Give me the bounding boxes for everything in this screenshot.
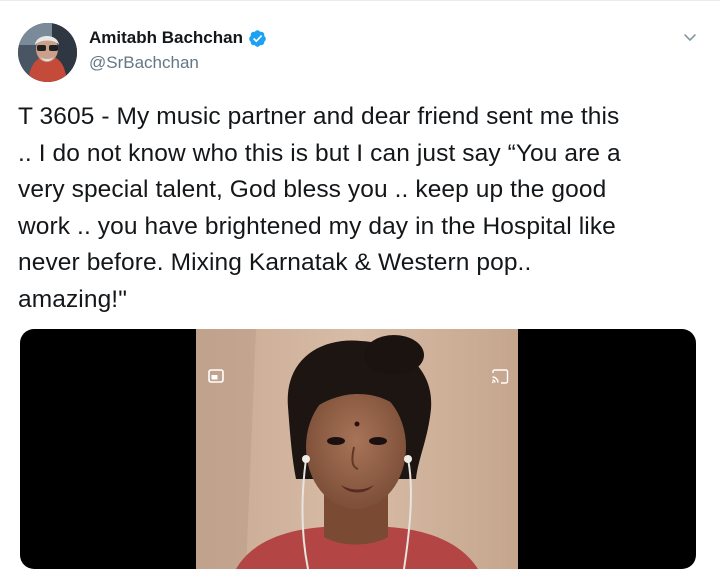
author-handle[interactable]: @SrBachchan — [89, 53, 199, 73]
video-frame — [196, 329, 518, 569]
avatar-image — [18, 23, 77, 82]
video-thumbnail — [196, 329, 518, 569]
tweet-text: T 3605 - My music partner and dear frien… — [18, 103, 621, 313]
author-display-name[interactable]: Amitabh Bachchan — [89, 28, 243, 48]
chevron-down-icon[interactable] — [682, 29, 698, 45]
picture-in-picture-icon[interactable] — [208, 369, 224, 383]
verified-badge-icon — [249, 29, 266, 47]
avatar[interactable] — [18, 23, 77, 82]
cast-icon[interactable] — [491, 369, 509, 384]
author-name-row: Amitabh Bachchan — [89, 28, 267, 48]
video-player[interactable] — [20, 329, 696, 569]
tweet-card[interactable]: Amitabh Bachchan @SrBachchan T 3605 - My… — [0, 0, 720, 569]
